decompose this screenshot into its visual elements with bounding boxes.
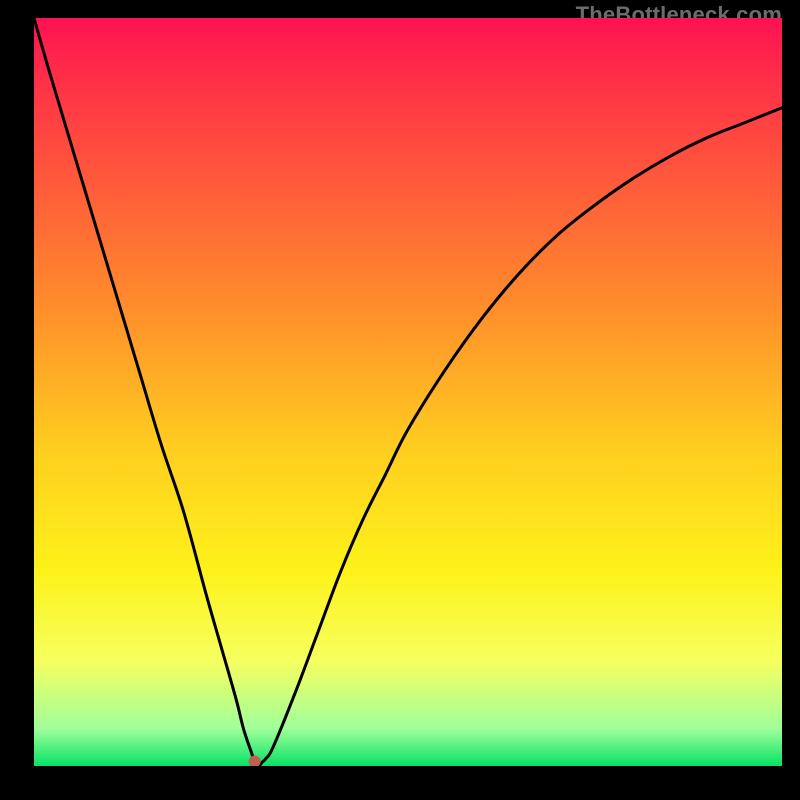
plot-area — [34, 18, 782, 766]
min-marker — [249, 756, 261, 766]
curve-layer — [34, 18, 782, 766]
chart-frame: TheBottleneck.com — [0, 0, 800, 800]
bottleneck-curve — [34, 18, 782, 766]
